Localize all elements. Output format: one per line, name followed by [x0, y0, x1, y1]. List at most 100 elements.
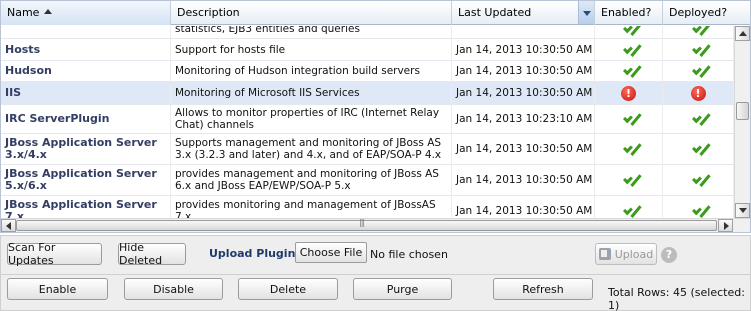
file-status-text: No file chosen	[370, 248, 448, 261]
error-icon: !	[621, 85, 636, 101]
column-header-enabled[interactable]: Enabled?	[595, 1, 663, 25]
hide-deleted-button[interactable]: Hide Deleted	[118, 241, 186, 267]
scan-for-updates-button[interactable]: Scan For Updates	[7, 241, 102, 267]
horizontal-scrollbar[interactable]	[1, 218, 750, 232]
plugin-name[interactable]: Hudson	[5, 65, 52, 77]
delete-button[interactable]: Delete	[238, 278, 338, 300]
error-icon: !	[690, 85, 706, 101]
deployed-status-cell	[663, 134, 734, 164]
sort-ascending-icon	[44, 9, 53, 14]
deployed-status-cell	[663, 165, 734, 195]
grid-body: statistics, EJB3 entities and queries Hos…	[1, 26, 734, 218]
deployed-status-cell: !	[663, 82, 734, 104]
plugin-name[interactable]: Hosts	[5, 43, 40, 56]
column-header-description[interactable]: Description	[171, 1, 452, 25]
last-updated-cell: Jan 14, 2013 10:30:50 AM	[452, 165, 595, 195]
disable-button[interactable]: Disable	[124, 278, 223, 300]
table-row[interactable]: IIS Monitoring of Microsoft IIS Services J…	[1, 82, 734, 105]
enabled-status-cell	[595, 61, 663, 81]
last-updated-cell: Jan 14, 2013 10:30:50 AM	[452, 196, 595, 218]
plugin-name-cell[interactable]: Hudson	[1, 61, 171, 81]
upload-button-label: Upload	[614, 247, 654, 261]
scroll-down-icon[interactable]	[735, 203, 750, 218]
checkmark-icon	[691, 26, 705, 36]
table-row[interactable]: IRC ServerPlugin Allows to monitor proper…	[1, 105, 734, 134]
upload-plugin-label: Upload Plugin :	[209, 247, 304, 260]
table-row[interactable]: statistics, EJB3 entities and queries	[1, 26, 734, 39]
vertical-scrollbar[interactable]	[734, 26, 750, 218]
choose-file-button[interactable]: Choose File	[295, 242, 367, 263]
plugin-description-cell: provides monitoring and management of JB…	[171, 196, 452, 218]
plugin-description: Support for hosts file	[175, 43, 286, 56]
plugin-name[interactable]: JBoss Application Server 3.x/4.x	[5, 137, 170, 161]
enabled-status-cell	[595, 26, 663, 38]
column-header-deployed[interactable]: Deployed?	[663, 1, 750, 25]
upload-toolbar: Scan For Updates Hide Deleted Upload Plu…	[0, 235, 751, 275]
plugins-grid: Name Description Last Updated Enabled? D…	[0, 0, 751, 233]
checkmark-icon	[622, 112, 636, 126]
plugin-name-cell[interactable]: JBoss Application Server 5.x/6.x	[1, 165, 171, 195]
help-icon[interactable]: ?	[661, 247, 677, 263]
enable-button[interactable]: Enable	[7, 278, 108, 300]
checkmark-icon	[691, 204, 705, 218]
checkmark-icon	[622, 142, 636, 156]
plugin-name-cell[interactable]: Hosts	[1, 39, 171, 60]
enabled-status-cell	[595, 39, 663, 60]
enabled-status-cell	[595, 196, 663, 218]
table-row[interactable]: JBoss Application Server 3.x/4.x Supports…	[1, 134, 734, 165]
plugin-name[interactable]: JBoss Application Server 5.x/6.x	[5, 168, 170, 192]
table-row[interactable]: JBoss Application Server 5.x/6.x provides…	[1, 165, 734, 196]
last-updated-value: Jan 14, 2013 10:30:50 AM	[456, 87, 593, 99]
plugin-name-cell[interactable]: IIS	[1, 82, 171, 104]
plugin-name-cell[interactable]: JBoss Application Server 3.x/4.x	[1, 134, 171, 164]
checkmark-icon	[622, 43, 636, 57]
upload-button[interactable]: Upload	[595, 243, 657, 265]
scroll-right-icon[interactable]	[718, 219, 733, 232]
plugin-name[interactable]: IRC ServerPlugin	[5, 113, 109, 125]
enabled-status-cell	[595, 105, 663, 133]
column-menu-dropdown-icon[interactable]	[578, 1, 594, 24]
enabled-status-cell	[595, 134, 663, 164]
plugin-description: Monitoring of Hudson integration build s…	[175, 65, 420, 77]
checkmark-icon	[691, 43, 705, 57]
last-updated-value: Jan 14, 2013 10:23:10 AM	[456, 113, 593, 125]
plugin-description: Monitoring of Microsoft IIS Services	[175, 87, 360, 99]
column-header-last-updated[interactable]: Last Updated	[452, 1, 595, 25]
plugin-name-cell[interactable]: IRC ServerPlugin	[1, 105, 171, 133]
checkmark-icon	[691, 173, 705, 187]
checkmark-icon	[691, 112, 705, 126]
vertical-scroll-thumb[interactable]	[736, 102, 749, 120]
horizontal-scroll-thumb[interactable]	[16, 218, 717, 231]
checkmark-icon	[622, 204, 636, 218]
deployed-status-cell	[663, 196, 734, 218]
upload-icon	[598, 248, 611, 260]
scroll-up-icon[interactable]	[735, 26, 750, 41]
column-header-name[interactable]: Name	[1, 1, 171, 25]
table-row[interactable]: Hosts Support for hosts file Jan 14, 2013 …	[1, 39, 734, 61]
last-updated-cell: Jan 14, 2013 10:30:50 AM	[452, 61, 595, 81]
table-row[interactable]: Hudson Monitoring of Hudson integration b…	[1, 61, 734, 82]
refresh-button[interactable]: Refresh	[493, 278, 593, 300]
column-header-deployed-label: Deployed?	[669, 6, 728, 19]
deployed-status-cell	[663, 61, 734, 81]
scroll-left-icon[interactable]	[1, 219, 16, 232]
table-row[interactable]: JBoss Application Server 7.x provides mon…	[1, 196, 734, 218]
plugin-description: statistics, EJB3 entities and queries	[175, 26, 360, 35]
plugin-description: provides monitoring and management of JB…	[175, 198, 436, 219]
purge-button[interactable]: Purge	[353, 278, 452, 300]
plugin-name-cell[interactable]: JBoss Application Server 7.x	[1, 196, 171, 218]
last-updated-value: Jan 14, 2013 10:30:50 AM	[456, 43, 593, 56]
checkmark-icon	[622, 173, 636, 187]
plugin-description-cell: Support for hosts file	[171, 39, 452, 60]
plugin-name[interactable]: JBoss Application Server 7.x	[5, 198, 170, 218]
plugin-description: Allows to monitor properties of IRC (Int…	[175, 107, 440, 131]
checkmark-icon	[691, 64, 705, 78]
plugin-description-cell: Allows to monitor properties of IRC (Int…	[171, 105, 452, 133]
deployed-status-cell	[663, 105, 734, 133]
column-header-description-label: Description	[177, 6, 240, 19]
checkmark-icon	[622, 64, 636, 78]
plugin-description: provides management and monitoring of JB…	[175, 168, 439, 192]
plugin-name[interactable]: IIS	[5, 87, 21, 99]
checkmark-icon	[622, 26, 636, 36]
plugin-name-cell[interactable]	[1, 26, 171, 38]
